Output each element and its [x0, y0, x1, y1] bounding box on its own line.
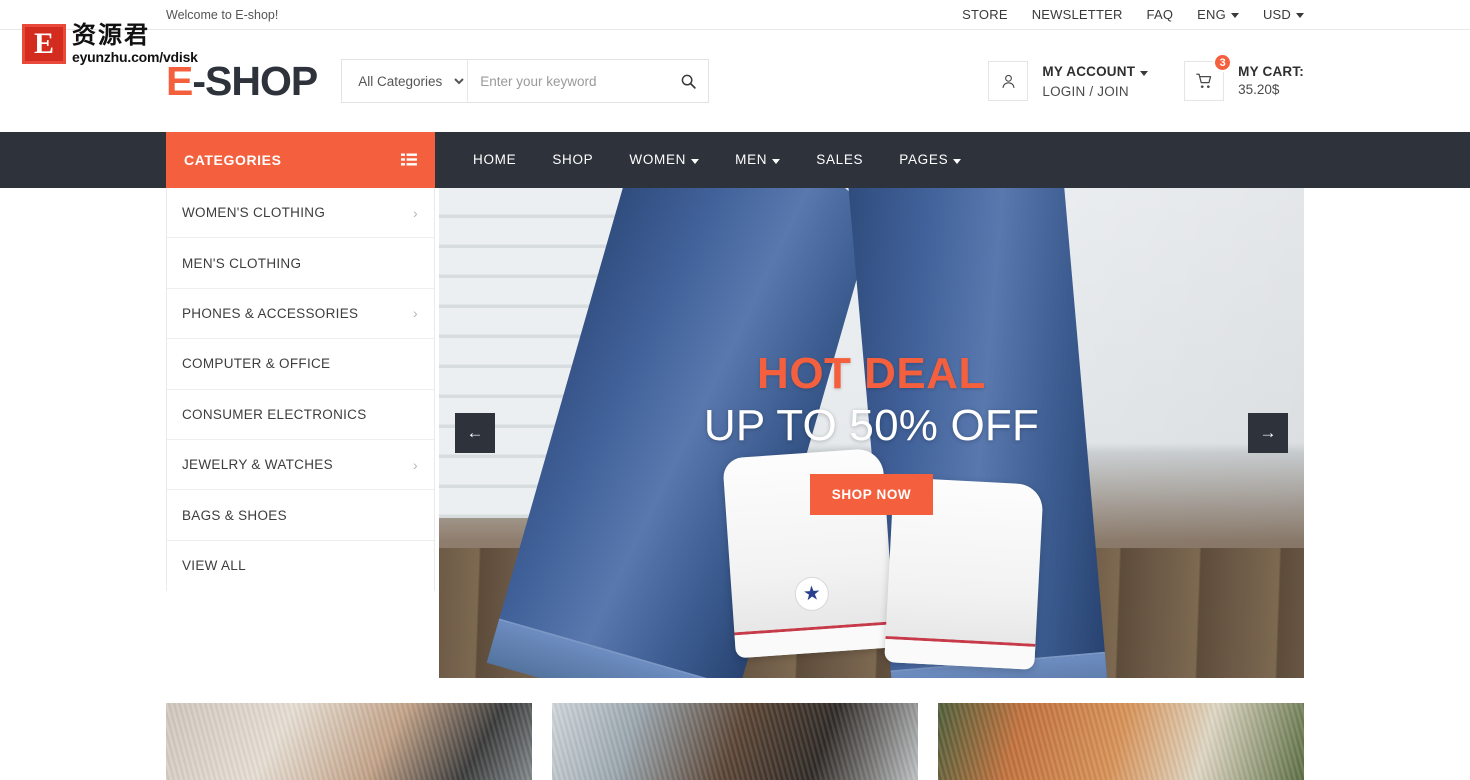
chevron-down-icon	[1296, 13, 1304, 18]
search-bar: All Categories	[341, 59, 710, 103]
nav-item-sales-label: SALES	[816, 152, 864, 167]
sidebar-item-womens-clothing[interactable]: WOMEN'S CLOTHING ›	[167, 188, 434, 239]
nav-item-shop[interactable]: SHOP	[534, 132, 611, 188]
hero-prev-arrow-button[interactable]: ←	[455, 413, 495, 453]
promo-card-row	[0, 678, 1470, 780]
chevron-down-icon	[1140, 70, 1149, 76]
cart-count-badge: 3	[1213, 53, 1233, 72]
promo-texture	[552, 703, 918, 780]
categories-toggle-label: CATEGORIES	[184, 152, 282, 168]
currency-selector-label: USD	[1262, 7, 1291, 22]
sidebar-item-jewelry-watches[interactable]: JEWELRY & WATCHES ›	[167, 439, 434, 491]
cart-group: 3 MY CART: 35.20$	[1184, 53, 1304, 101]
account-icon-button[interactable]	[988, 61, 1029, 101]
shopping-cart-icon	[1196, 73, 1212, 89]
site-logo[interactable]: E-SHOP	[166, 57, 318, 104]
sidebar-item-label: VIEW ALL	[182, 558, 246, 574]
chevron-right-icon: ›	[413, 305, 418, 322]
hero-subtitle: UP TO 50% OFF	[703, 401, 1040, 451]
cart-label: MY CART:	[1238, 63, 1304, 79]
account-title-label: MY ACCOUNT	[1042, 64, 1136, 80]
top-bar: Welcome to E-shop! STORE NEWSLETTER FAQ …	[0, 0, 1470, 30]
topbar-link-store-label: STORE	[962, 7, 1008, 22]
nav-item-men-label: MEN	[735, 152, 768, 167]
site-logo-text: -SHOP	[192, 57, 318, 104]
topbar-link-faq-label: FAQ	[1146, 7, 1174, 22]
chevron-down-icon	[953, 158, 962, 164]
sidebar-item-consumer-electronics[interactable]: CONSUMER ELECTRONICS	[167, 389, 434, 440]
search-category-select[interactable]: All Categories	[342, 60, 469, 102]
topbar-link-newsletter[interactable]: NEWSLETTER	[1032, 7, 1123, 22]
top-bar-nav: STORE NEWSLETTER FAQ ENG USD	[962, 7, 1304, 22]
search-icon	[681, 74, 696, 89]
chevron-right-icon: ›	[413, 456, 418, 473]
promo-texture	[166, 703, 532, 780]
hero-slider: ★ HOT DEAL UP TO 50% OFF SHOP NOW ← →	[439, 188, 1304, 678]
cart-total: 35.20$	[1238, 82, 1280, 97]
sidebar-item-bags-shoes[interactable]: BAGS & SHOES	[167, 490, 434, 541]
nav-item-sales[interactable]: SALES	[798, 132, 881, 188]
site-logo-accent: E	[166, 57, 193, 104]
site-header: E-SHOP All Categories MY ACCOUNT LOGIN	[0, 30, 1470, 132]
search-input[interactable]	[468, 60, 670, 102]
welcome-message: Welcome to E-shop!	[166, 7, 279, 22]
main-content: WOMEN'S CLOTHING › MEN'S CLOTHING PHONES…	[0, 188, 1470, 678]
cart-icon-button[interactable]: 3	[1184, 53, 1233, 101]
sidebar-item-label: COMPUTER & OFFICE	[182, 356, 331, 372]
sidebar-item-label: WOMEN'S CLOTHING	[182, 205, 326, 221]
main-navbar: CATEGORIES HOME SHOP WOMEN MEN SALES PAG…	[0, 132, 1470, 188]
sidebar-item-view-all[interactable]: VIEW ALL	[167, 540, 434, 592]
nav-item-pages-label: PAGES	[899, 152, 949, 167]
nav-item-home-label: HOME	[473, 152, 517, 167]
topbar-link-newsletter-label: NEWSLETTER	[1031, 7, 1123, 22]
nav-item-women[interactable]: WOMEN	[611, 132, 717, 188]
primary-nav: HOME SHOP WOMEN MEN SALES PAGES	[435, 132, 979, 188]
sidebar-item-label: CONSUMER ELECTRONICS	[182, 406, 367, 422]
currency-selector[interactable]: USD	[1263, 7, 1304, 22]
chevron-down-icon	[772, 158, 781, 164]
account-title: MY ACCOUNT	[1042, 63, 1149, 81]
categories-toggle[interactable]: CATEGORIES	[166, 132, 435, 188]
topbar-link-faq[interactable]: FAQ	[1147, 7, 1174, 22]
sidebar-item-mens-clothing[interactable]: MEN'S CLOTHING	[167, 238, 434, 289]
cart-summary[interactable]: MY CART: 35.20$	[1238, 63, 1304, 99]
account-menu[interactable]: MY ACCOUNT LOGIN / JOIN	[1042, 61, 1149, 101]
language-selector[interactable]: ENG	[1197, 7, 1239, 22]
sidebar-item-label: MEN'S CLOTHING	[182, 255, 302, 271]
sidebar-item-label: BAGS & SHOES	[182, 507, 287, 523]
shop-now-button[interactable]: SHOP NOW	[809, 473, 934, 515]
nav-item-home[interactable]: HOME	[455, 132, 534, 188]
hero-title: HOT DEAL	[757, 349, 986, 399]
user-icon	[1002, 74, 1015, 88]
promo-card-accessory[interactable]	[552, 703, 918, 780]
header-actions: MY ACCOUNT LOGIN / JOIN 3 MY CART: 35.20…	[988, 53, 1304, 101]
nav-item-men[interactable]: MEN	[717, 132, 798, 188]
hero-next-arrow-button[interactable]: →	[1248, 413, 1288, 453]
topbar-link-store[interactable]: STORE	[962, 7, 1008, 22]
nav-item-pages[interactable]: PAGES	[881, 132, 979, 188]
nav-item-women-label: WOMEN	[629, 152, 687, 167]
sidebar-item-label: JEWELRY & WATCHES	[182, 457, 333, 473]
chevron-down-icon	[691, 158, 700, 164]
hero-caption: HOT DEAL UP TO 50% OFF SHOP NOW	[439, 188, 1304, 678]
category-sidebar: WOMEN'S CLOTHING › MEN'S CLOTHING PHONES…	[166, 188, 435, 592]
search-button[interactable]	[669, 60, 708, 102]
sidebar-item-label: PHONES & ACCESSORIES	[182, 305, 359, 321]
sidebar-item-phones-accessories[interactable]: PHONES & ACCESSORIES ›	[167, 288, 434, 340]
promo-texture	[938, 703, 1304, 780]
promo-card-bags[interactable]	[938, 703, 1304, 780]
language-selector-label: ENG	[1197, 7, 1226, 22]
chevron-right-icon: ›	[413, 204, 418, 221]
nav-item-shop-label: SHOP	[552, 152, 594, 167]
login-join-link[interactable]: LOGIN / JOIN	[1042, 83, 1148, 101]
list-icon	[401, 153, 417, 166]
sidebar-item-computer-office[interactable]: COMPUTER & OFFICE	[167, 339, 434, 390]
promo-card-sweater[interactable]	[166, 703, 532, 780]
chevron-down-icon	[1230, 13, 1239, 18]
